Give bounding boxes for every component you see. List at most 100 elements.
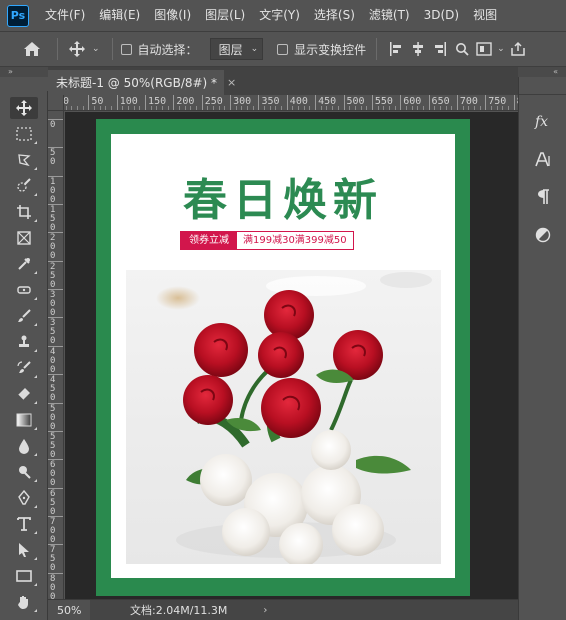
ruler-minor-tick — [354, 106, 356, 110]
marquee-tool-icon[interactable] — [10, 123, 38, 145]
vertical-ruler[interactable]: 0 50 100 150 200 250 300 350 400 450 500 550 600 650 7… — [48, 111, 64, 599]
ruler-label: 200 — [50, 233, 56, 262]
blur-tool-icon[interactable] — [10, 435, 38, 457]
chevron-down-icon[interactable]: ⌄ — [497, 44, 505, 54]
zoom-level-field[interactable]: 50% — [48, 599, 90, 620]
paragraph-panel-icon[interactable] — [531, 185, 555, 209]
horizontal-ruler[interactable]: 0501001502002503003504004505005506006507… — [64, 95, 518, 111]
align-left-icon[interactable] — [385, 38, 407, 60]
ruler-origin[interactable] — [48, 95, 64, 111]
rose-bouquet-photo — [126, 270, 441, 564]
auto-select-label: 自动选择： — [137, 42, 198, 57]
align-center-icon[interactable] — [407, 38, 429, 60]
ruler-minor-tick — [82, 106, 84, 110]
document-tab[interactable]: 未标题-1 @ 50%(RGB/8#) * × — [48, 70, 236, 95]
eyedropper-tool-icon[interactable] — [10, 253, 38, 275]
ruler-minor-tick — [275, 106, 277, 110]
menu-select[interactable]: 选择(S) — [307, 0, 362, 31]
ruler-minor-tick — [139, 106, 141, 110]
ruler-major-tick — [116, 95, 118, 110]
ruler-label: 450 — [50, 375, 56, 404]
frame-tool-icon[interactable] — [10, 227, 38, 249]
eraser-tool-icon[interactable] — [10, 383, 38, 405]
ruler-minor-tick — [241, 106, 243, 110]
coupon-text: 满199减30满399减50 — [237, 232, 353, 249]
ruler-minor-tick — [162, 106, 164, 110]
pen-tool-icon[interactable] — [10, 487, 38, 509]
ruler-label: 750 — [50, 545, 56, 574]
ruler-minor-tick — [445, 106, 447, 110]
rectangle-tool-icon[interactable] — [10, 565, 38, 587]
ruler-major-tick — [428, 95, 430, 110]
layer-select-dropdown[interactable]: 图层 ⌄ — [209, 38, 264, 60]
coupon-tag: 领券立减 — [181, 232, 237, 249]
menu-view[interactable]: 视图 — [466, 0, 504, 31]
status-menu-arrow[interactable]: › — [263, 605, 267, 616]
move-tool-icon[interactable] — [66, 38, 88, 60]
ruler-minor-tick — [235, 106, 237, 110]
menu-type[interactable]: 文字(Y) — [252, 0, 307, 31]
home-icon[interactable] — [21, 38, 43, 60]
ruler-label: 600 — [50, 460, 56, 489]
toolbar-collapse-toggle[interactable]: » — [0, 67, 48, 77]
headline-text: 春日焕新 — [183, 175, 383, 226]
ruler-minor-tick — [298, 106, 300, 110]
path-select-icon[interactable] — [10, 539, 38, 561]
divider — [376, 38, 378, 60]
menu-image[interactable]: 图像(I) — [147, 0, 198, 31]
ruler-major-tick — [343, 95, 345, 110]
history-brush-icon[interactable] — [10, 357, 38, 379]
chevron-down-icon[interactable]: ⌄ — [92, 44, 100, 54]
ruler-major-tick — [315, 95, 317, 110]
menu-3d[interactable]: 3D(D) — [417, 0, 466, 31]
clone-stamp-icon[interactable] — [10, 331, 38, 353]
ruler-label: 300 — [50, 290, 56, 319]
ruler-label: 700 — [50, 516, 56, 545]
show-transform-checkbox[interactable] — [277, 43, 289, 55]
lasso-tool-icon[interactable] — [10, 149, 38, 171]
healing-brush-icon[interactable] — [10, 279, 38, 301]
ruler-label: 800 — [50, 573, 56, 599]
menu-layer[interactable]: 图层(L) — [198, 0, 252, 31]
canvas-area[interactable]: 春日焕新 领券立减 满199减30满399减50 — [65, 112, 518, 599]
type-tool-icon[interactable] — [10, 513, 38, 535]
hand-tool-icon[interactable] — [10, 591, 38, 613]
ruler-label: 500 — [50, 403, 56, 432]
close-icon[interactable]: × — [227, 76, 236, 89]
character-panel-icon[interactable] — [531, 147, 555, 171]
ruler-minor-tick — [224, 106, 226, 110]
menu-filter[interactable]: 滤镜(T) — [362, 0, 417, 31]
fx-styles-icon[interactable]: fx — [531, 109, 555, 133]
ruler-minor-tick — [167, 106, 169, 110]
adjustments-icon[interactable] — [531, 223, 555, 247]
menu-file[interactable]: 文件(F) — [38, 0, 92, 31]
ruler-minor-tick — [388, 106, 390, 110]
quick-select-tool-icon[interactable] — [10, 175, 38, 197]
crop-tool-icon[interactable] — [10, 201, 38, 223]
move-tool-icon[interactable] — [10, 97, 38, 119]
gradient-tool-icon[interactable] — [10, 409, 38, 431]
ruler-minor-tick — [128, 106, 130, 110]
auto-select-checkbox[interactable] — [120, 43, 132, 55]
ruler-minor-tick — [337, 106, 339, 110]
share-icon[interactable] — [507, 38, 529, 60]
document-tab-title: 未标题-1 @ 50%(RGB/8#) * — [56, 76, 218, 90]
ruler-minor-tick — [122, 106, 124, 110]
ruler-minor-tick — [133, 106, 135, 110]
ruler-minor-tick — [252, 106, 254, 110]
ruler-minor-tick — [65, 106, 67, 110]
brush-tool-icon[interactable] — [10, 305, 38, 327]
document-canvas[interactable]: 春日焕新 领券立减 满199减30满399减50 — [96, 119, 470, 596]
options-bar: ⌄ 自动选择： 图层 ⌄ 显示变换控件 ⌄ — [0, 31, 566, 67]
ruler-minor-tick — [320, 106, 322, 110]
align-right-icon[interactable] — [429, 38, 451, 60]
dodge-tool-icon[interactable] — [10, 461, 38, 483]
workspace-icon[interactable] — [473, 38, 495, 60]
panel-collapse-toggle[interactable]: « — [518, 67, 566, 77]
ruler-minor-tick — [377, 106, 379, 110]
ruler-major-tick — [230, 95, 232, 110]
ruler-label: 150 — [50, 205, 56, 234]
menu-edit[interactable]: 编辑(E) — [92, 0, 147, 31]
coupon-banner: 领券立减 满199减30满399减50 — [180, 231, 354, 250]
search-icon[interactable] — [451, 38, 473, 60]
